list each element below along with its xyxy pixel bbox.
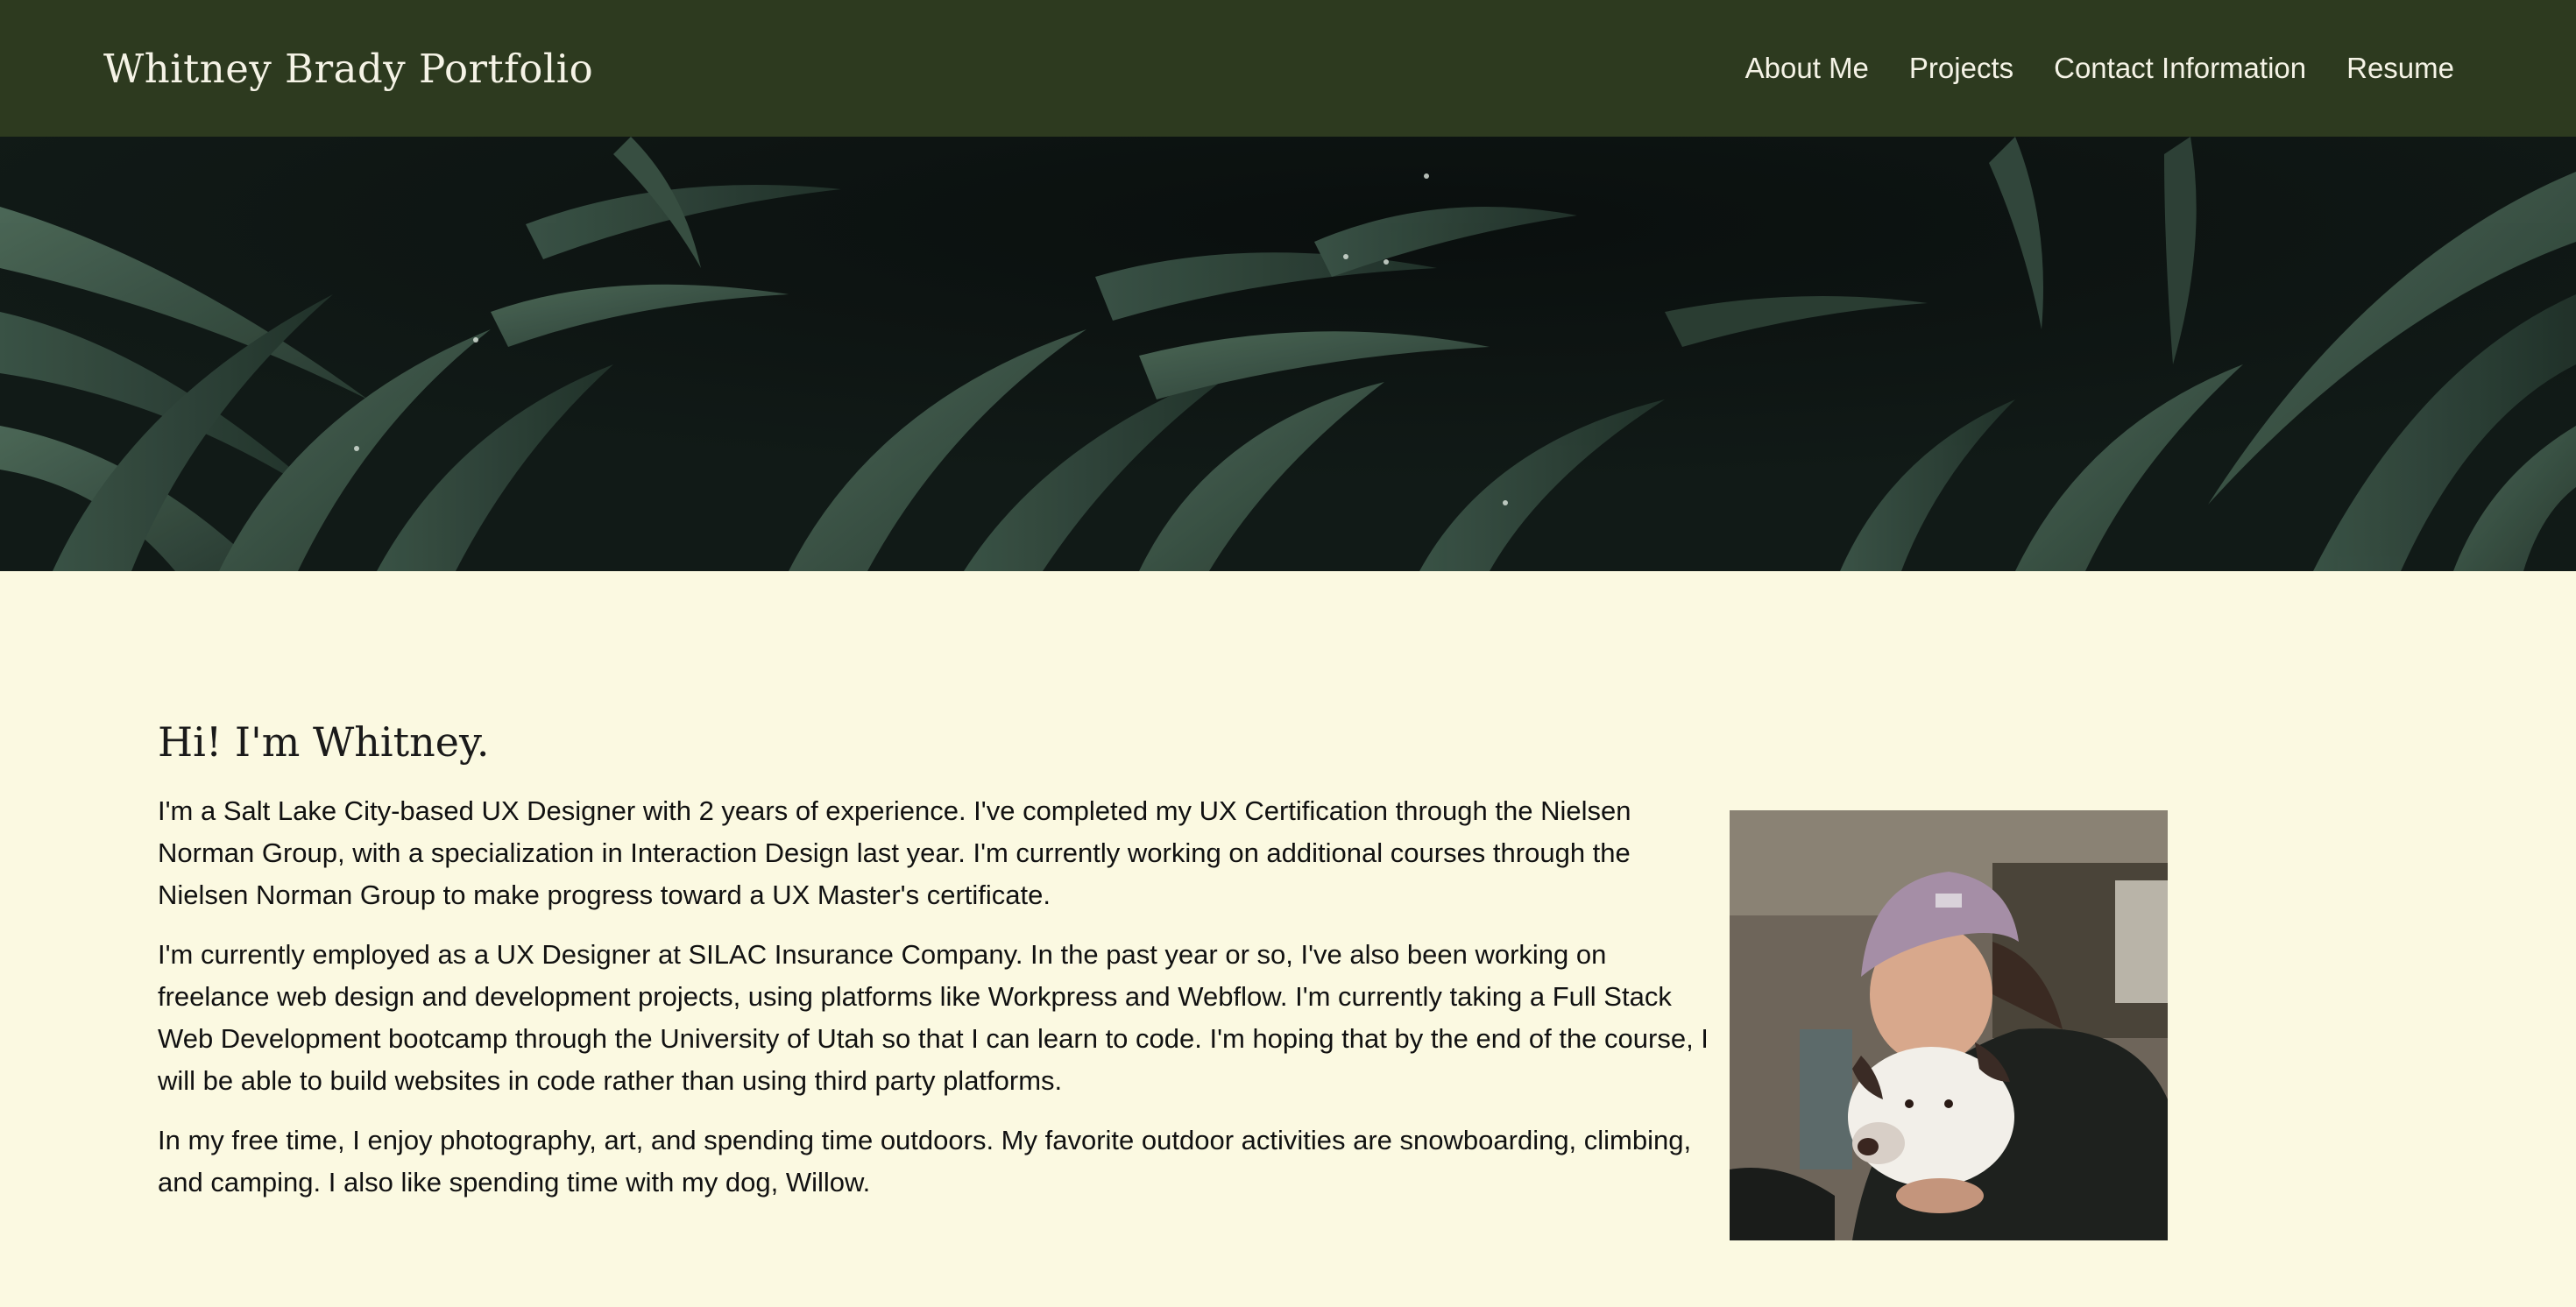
about-paragraph-experience: I'm a Salt Lake City-based UX Designer w…: [158, 795, 1631, 910]
nav-links: About Me Projects Contact Information Re…: [1745, 52, 2454, 85]
about-paragraph-hobbies: In my free time, I enjoy photography, ar…: [158, 1125, 1692, 1197]
top-navbar: Whitney Brady Portfolio About Me Project…: [0, 0, 2576, 137]
hero-banner-image: [0, 137, 2576, 571]
profile-photo: [1730, 810, 2168, 1240]
palm-leaves-illustration: [0, 137, 2576, 571]
nav-link-contact-information[interactable]: Contact Information: [2054, 52, 2306, 85]
brand-title[interactable]: Whitney Brady Portfolio: [103, 46, 593, 92]
about-paragraph-employment: I'm currently employed as a UX Designer …: [158, 939, 1709, 1096]
nav-link-resume[interactable]: Resume: [2346, 52, 2454, 85]
person-with-dog-illustration: [1730, 810, 2168, 1240]
about-heading: Hi! I'm Whitney.: [158, 718, 490, 766]
nav-link-about-me[interactable]: About Me: [1745, 52, 1869, 85]
about-section: Hi! I'm Whitney. I'm a Salt Lake City-ba…: [158, 718, 1717, 1221]
nav-link-projects[interactable]: Projects: [1909, 52, 2013, 85]
